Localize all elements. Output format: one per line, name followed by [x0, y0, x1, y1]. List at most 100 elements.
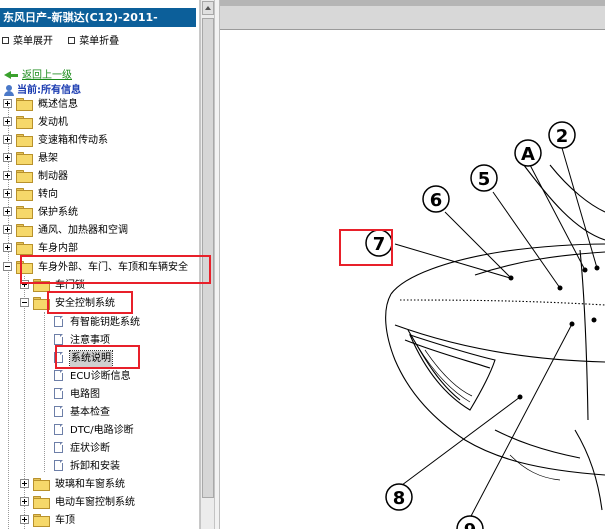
document-icon: [54, 333, 63, 345]
callout-label-2: 2: [556, 126, 569, 147]
bumper-line: [394, 324, 605, 363]
callout-label-8: 8: [393, 488, 406, 509]
plus-icon[interactable]: [3, 242, 12, 252]
lamp-line: [404, 339, 491, 369]
tree-item-removal-installation[interactable]: 拆卸和安装: [54, 459, 120, 475]
leader-line-a: [529, 164, 586, 271]
back-link[interactable]: 返回上一级: [22, 70, 72, 81]
folder-icon: [33, 513, 50, 527]
tree-item-wiring-diagram[interactable]: 电路图: [54, 387, 100, 403]
folder-icon: [16, 223, 33, 237]
folder-icon: [16, 241, 33, 255]
document-icon: [54, 369, 63, 381]
tree-item-roof[interactable]: 车顶: [20, 513, 75, 529]
fender-line: [574, 429, 603, 511]
document-icon: [54, 459, 63, 471]
plus-icon[interactable]: [3, 170, 12, 180]
callout-label-a: A: [521, 144, 535, 165]
tree-item-hvac[interactable]: 通风、加热器和空调: [3, 223, 128, 239]
door-line: [579, 249, 589, 421]
pillar-line: [549, 164, 605, 213]
plus-icon[interactable]: [3, 188, 12, 198]
callout-label-5: 5: [478, 169, 491, 190]
leader-dot: [594, 265, 600, 271]
folder-icon: [16, 115, 33, 129]
folder-icon: [16, 169, 33, 183]
scroll-up-button[interactable]: [202, 1, 214, 15]
manual-title: 东风日产-新骐达(C12)-2011-: [0, 8, 196, 27]
document-icon: [54, 315, 63, 327]
grille-outline: [407, 329, 461, 401]
tree-item-overview[interactable]: 概述信息: [3, 97, 78, 113]
tree-item-brakes[interactable]: 制动器: [3, 169, 68, 185]
front-outline: [385, 293, 605, 476]
tree-item-intelligent-key[interactable]: 有智能钥匙系统: [54, 315, 140, 331]
vehicle-diagram: 2 A 5 6 7 8 9: [365, 121, 605, 529]
plus-icon[interactable]: [3, 152, 12, 162]
callout-label-6: 6: [430, 190, 443, 211]
document-icon: [54, 405, 63, 417]
highlight-box-security-control: [47, 291, 133, 314]
menu-expand-button[interactable]: 菜单展开: [2, 32, 53, 47]
tree-guide-line: [44, 312, 45, 472]
tree-guide-line: [8, 104, 9, 529]
folder-icon: [33, 477, 50, 491]
highlight-box-system-description: [55, 345, 140, 369]
leader-dot: [582, 267, 588, 273]
current-location: 当前:所有信息: [4, 81, 81, 96]
tree-item-symptom-diagnosis[interactable]: 症状诊断: [54, 441, 110, 457]
leader-dot: [517, 394, 523, 400]
plus-icon[interactable]: [3, 224, 12, 234]
plus-icon[interactable]: [3, 206, 12, 216]
folder-icon: [33, 495, 50, 509]
fog-lamp: [509, 454, 561, 481]
folder-icon: [16, 205, 33, 219]
tree-item-transmission[interactable]: 变速箱和传动系: [3, 133, 108, 149]
leader-dot: [508, 275, 514, 281]
callout-label-9: 9: [464, 520, 477, 529]
highlight-box-body-exterior: [20, 255, 211, 284]
tree-item-protection[interactable]: 保护系统: [3, 205, 78, 221]
menu-collapse-button[interactable]: 菜单折叠: [68, 32, 119, 47]
user-icon: [4, 84, 14, 96]
tree-item-glass-windows[interactable]: 玻璃和车窗系统: [20, 477, 125, 493]
leader-dot: [557, 285, 563, 291]
leader-line-8: [397, 396, 521, 489]
plus-icon[interactable]: [20, 478, 29, 488]
folder-icon: [16, 97, 33, 111]
document-icon: [54, 387, 63, 399]
document-icon: [54, 441, 63, 453]
hood-outline: [390, 243, 605, 295]
tree-item-dtc-diagnosis[interactable]: DTC/电路诊断: [54, 423, 134, 439]
back-arrow-icon: [4, 70, 18, 80]
content-pane: 2 A 5 6 7 8 9: [220, 0, 605, 529]
tree-item-suspension[interactable]: 悬架: [3, 151, 58, 167]
plus-icon[interactable]: [20, 496, 29, 506]
leader-line-5: [492, 191, 561, 289]
folder-icon: [16, 187, 33, 201]
leader-dot: [569, 321, 575, 327]
folder-icon: [16, 151, 33, 165]
hood-line: [399, 299, 605, 306]
plus-icon[interactable]: [3, 134, 12, 144]
minus-icon[interactable]: [3, 261, 12, 271]
lower-bumper: [494, 429, 581, 459]
minus-icon[interactable]: [20, 297, 29, 307]
tree-item-basic-inspection[interactable]: 基本检查: [54, 405, 110, 421]
leader-line-7: [394, 243, 511, 279]
plus-icon[interactable]: [3, 116, 12, 126]
tree-item-ecu-diagnosis[interactable]: ECU诊断信息: [54, 369, 131, 385]
leader-line-2: [561, 147, 598, 269]
tree-item-power-window[interactable]: 电动车窗控制系统: [20, 495, 135, 511]
collapse-icon: [68, 36, 76, 44]
menu-controls: 菜单展开 菜单折叠: [2, 32, 131, 47]
plus-icon[interactable]: [20, 514, 29, 524]
leader-dot: [591, 317, 597, 323]
back-link-row[interactable]: 返回上一级: [4, 66, 72, 81]
tree-item-engine[interactable]: 发动机: [3, 115, 68, 131]
tree-item-steering[interactable]: 转向: [3, 187, 58, 203]
document-icon: [54, 423, 63, 435]
plus-icon[interactable]: [3, 98, 12, 108]
folder-icon: [16, 133, 33, 147]
highlight-box-callout-7: [339, 229, 393, 266]
